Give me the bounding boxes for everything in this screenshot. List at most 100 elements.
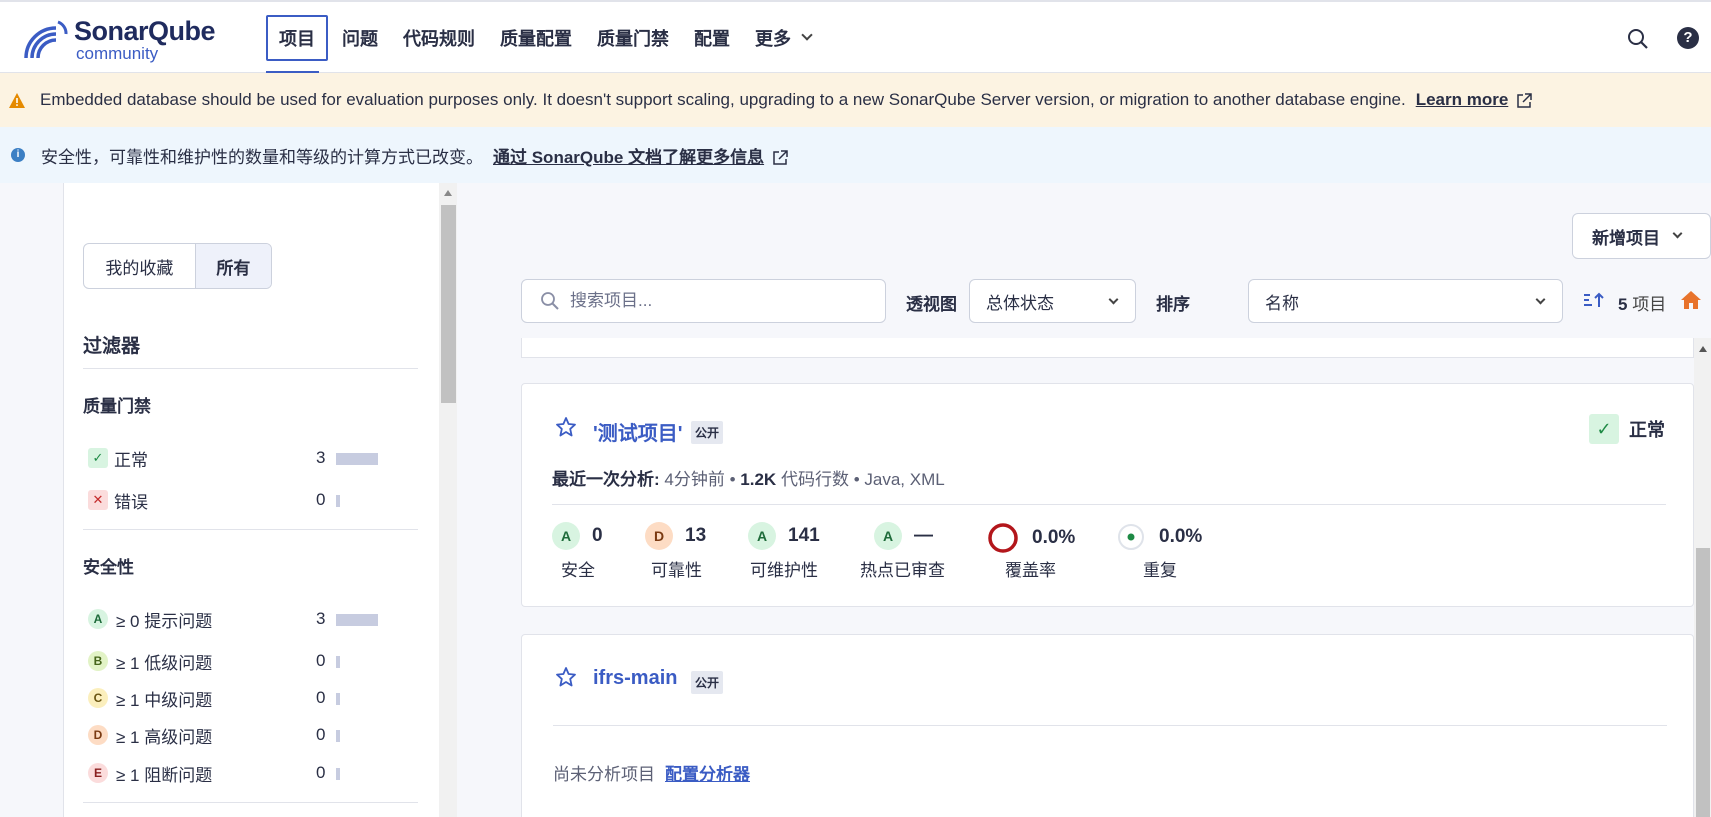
metric-value: 13 (685, 525, 707, 546)
grade-badge: C (88, 688, 108, 708)
duplications-ring-icon (1118, 524, 1144, 550)
check-icon: ✓ (88, 448, 108, 468)
coverage-ring-icon (988, 523, 1018, 553)
visibility-badge: 公开 (691, 421, 724, 444)
separator-dot: • (729, 470, 736, 489)
nav-quality-profiles[interactable]: 质量配置 (489, 15, 583, 61)
metric-duplications[interactable]: 0.0% (1116, 522, 1202, 552)
new-project-label: 新增项目 (1592, 228, 1660, 248)
docs-link-label: 通过 SonarQube 文档了解更多信息 (493, 147, 765, 167)
toggle-all[interactable]: 所有 (194, 244, 271, 288)
filter-quality-gate-ok[interactable]: ✓ 正常 3 (88, 446, 388, 470)
filter-bar (336, 693, 340, 705)
perspective-select[interactable]: 总体状态 (969, 279, 1136, 323)
separator-dot: • (853, 470, 860, 489)
last-analysis-info: 最近一次分析: 4分钟前 • 1.2K 代码行数 • Java, XML (552, 465, 945, 490)
metric-label: 热点已审查 (860, 561, 945, 580)
new-project-button[interactable]: 新增项目 (1572, 213, 1711, 259)
loc-value: 1.2K (740, 470, 777, 489)
sidebar-scrollbar-thumb[interactable] (441, 205, 456, 403)
home-icon[interactable] (1681, 291, 1701, 309)
filter-count: 0 (316, 763, 326, 782)
help-icon[interactable]: ? (1677, 27, 1699, 49)
filter-count: 0 (316, 651, 326, 670)
filter-count: 3 (316, 609, 326, 628)
project-name-link[interactable]: ifrs-main (593, 667, 677, 690)
nav-rules[interactable]: 代码规则 (392, 15, 486, 61)
metric-value: 0.0% (1032, 527, 1076, 548)
check-icon: ✓ (1589, 414, 1619, 444)
metric-coverage[interactable]: 0.0% (987, 522, 1075, 554)
scroll-up-arrow-icon[interactable] (444, 190, 452, 196)
filter-security-d[interactable]: D ≥ 1 高级问题 0 (88, 723, 388, 747)
nav-more-label: 更多 (755, 29, 791, 49)
project-count-number: 5 (1618, 295, 1628, 314)
last-analysis-label: 最近一次分析: (552, 470, 660, 489)
search-input[interactable] (570, 291, 870, 311)
filter-label: ≥ 0 提示问题 (116, 611, 213, 631)
chevron-down-icon (801, 29, 813, 41)
metric-reliability[interactable]: D 13 (645, 522, 706, 550)
metrics-change-info-banner: i 安全性，可靠性和维护性的数量和等级的计算方式已改变。 通过 SonarQub… (0, 127, 1711, 183)
visibility-badge: 公开 (691, 671, 724, 694)
project-name-link[interactable]: '测试项目' (593, 417, 683, 446)
metric-label: 可维护性 (750, 561, 818, 580)
logo-name: SonarQube (74, 16, 216, 46)
metric-hotspots-reviewed[interactable]: A — (874, 522, 933, 550)
sonarqube-waves-icon (24, 20, 68, 59)
not-analyzed-message: 尚未分析项目 配置分析器 (553, 760, 750, 785)
metric-maintainability[interactable]: A 141 (748, 522, 820, 550)
filter-bar (336, 656, 340, 668)
star-icon[interactable] (556, 667, 576, 687)
sort-value: 名称 (1265, 293, 1299, 313)
sort-select[interactable]: 名称 (1248, 279, 1563, 323)
project-count-unit: 项目 (1632, 295, 1667, 314)
grade-badge: A (88, 609, 108, 629)
filter-security-e[interactable]: E ≥ 1 阻断问题 0 (88, 761, 388, 785)
filter-bar (336, 614, 378, 626)
filter-bar (336, 495, 340, 507)
filter-security-c[interactable]: C ≥ 1 中级问题 0 (88, 686, 388, 710)
external-link-icon (773, 150, 788, 165)
filter-label: ≥ 1 高级问题 (116, 727, 213, 747)
favorites-all-toggle: 我的收藏 所有 (83, 243, 272, 289)
docs-link[interactable]: 通过 SonarQube 文档了解更多信息 (493, 143, 788, 168)
main-nav: 项目 问题 代码规则 质量配置 质量门禁 配置 更多 (266, 15, 825, 74)
languages: Java, XML (864, 470, 945, 489)
filter-count: 0 (316, 490, 326, 509)
learn-more-link[interactable]: Learn more (1416, 90, 1533, 110)
security-filter-title: 安全性 (83, 558, 134, 577)
metric-value: 0.0% (1159, 526, 1203, 547)
filter-count: 0 (316, 725, 326, 744)
filter-label: ≥ 1 中级问题 (116, 690, 213, 710)
metric-security[interactable]: A 0 (552, 522, 603, 550)
divider (83, 529, 418, 530)
grade-badge: E (88, 763, 108, 783)
nav-administration[interactable]: 配置 (683, 15, 741, 61)
toggle-favorites[interactable]: 我的收藏 (84, 244, 195, 288)
nav-projects[interactable]: 项目 (266, 15, 328, 61)
warning-text: Embedded database should be used for eva… (40, 90, 1406, 109)
filter-security-a[interactable]: A ≥ 0 提示问题 3 (88, 607, 388, 631)
filter-security-b[interactable]: B ≥ 1 低级问题 0 (88, 649, 388, 673)
filter-quality-gate-error[interactable]: ✕ 错误 0 (88, 488, 388, 512)
sonarqube-logo[interactable]: SonarQube community (22, 16, 222, 63)
nav-issues[interactable]: 问题 (331, 15, 389, 61)
search-icon[interactable] (1627, 28, 1649, 50)
perspective-value: 总体状态 (986, 293, 1054, 313)
filter-count: 0 (316, 688, 326, 707)
filters-title: 过滤器 (83, 336, 141, 357)
quality-gate-filter-title: 质量门禁 (83, 397, 151, 416)
grade-badge: D (88, 725, 108, 745)
nav-quality-gates[interactable]: 质量门禁 (586, 15, 680, 61)
nav-more[interactable]: 更多 (744, 15, 822, 61)
main-scrollbar-thumb[interactable] (1696, 548, 1710, 817)
learn-more-label: Learn more (1415, 90, 1509, 109)
scroll-up-arrow-icon[interactable] (1699, 346, 1707, 352)
star-icon[interactable] (556, 417, 576, 437)
sort-ascending-icon[interactable] (1584, 292, 1606, 308)
quality-gate-status: ✓ 正常 (1589, 414, 1665, 444)
chevron-down-icon (1535, 294, 1546, 305)
configure-analysis-link[interactable]: 配置分析器 (665, 765, 750, 784)
divider (553, 725, 1667, 726)
